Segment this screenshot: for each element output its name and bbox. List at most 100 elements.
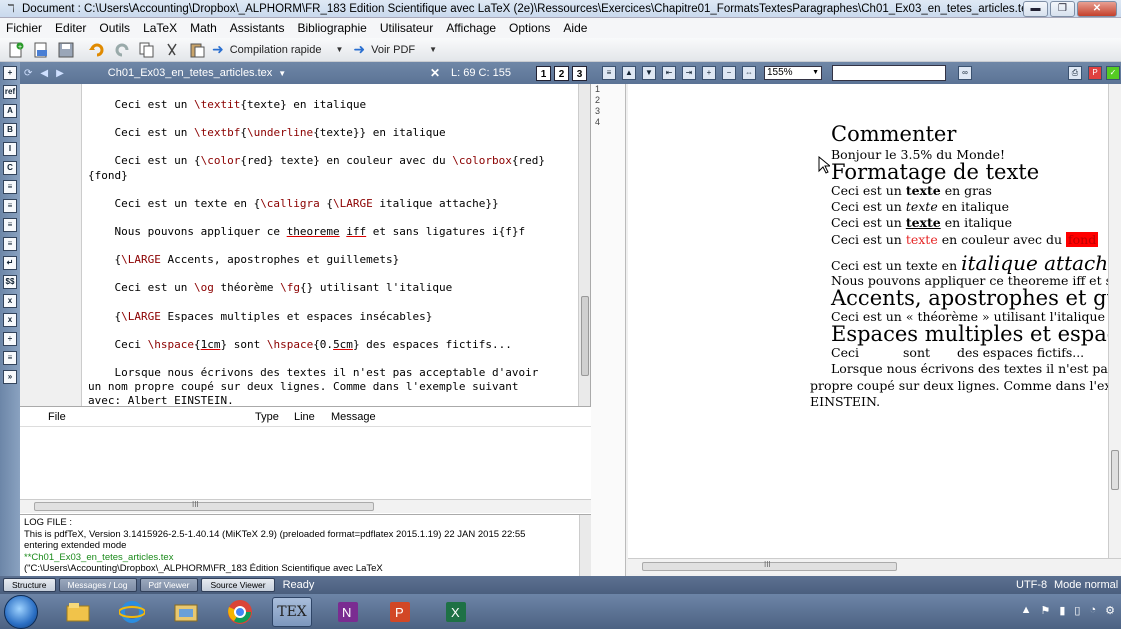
symbol-strip-icon-7[interactable]: ≡ <box>3 199 17 213</box>
previous-document-icon[interactable]: ◀ <box>40 68 48 79</box>
menu-item-1[interactable]: Editer <box>55 21 86 35</box>
tab-messages-log[interactable]: Messages / Log <box>58 578 137 592</box>
structure-line-number[interactable]: 1 <box>591 84 625 95</box>
scrollbar-thumb[interactable] <box>1111 450 1119 490</box>
code-line[interactable]: 50 <box>82 84 579 98</box>
last-page-icon[interactable]: ⇥ <box>682 66 696 80</box>
scrollbar-thumb[interactable] <box>581 296 589 376</box>
fit-width-icon[interactable]: ⇔ <box>742 66 756 80</box>
column-type[interactable]: Type <box>255 411 279 423</box>
internet-explorer-icon[interactable] <box>112 597 152 627</box>
code-line[interactable]: 57 Ceci est un texte en {\calligra {\LAR… <box>82 197 579 211</box>
close-button[interactable]: ✕ <box>1077 1 1117 17</box>
first-page-icon[interactable]: ⇤ <box>662 66 676 80</box>
menu-item-8[interactable]: Affichage <box>446 21 496 35</box>
column-line[interactable]: Line <box>294 411 315 423</box>
symbol-strip-icon-16[interactable]: » <box>3 370 17 384</box>
symbol-strip-icon-2[interactable]: A <box>3 104 17 118</box>
list-icon[interactable]: ≡ <box>602 66 616 80</box>
symbol-strip-icon-10[interactable]: ↵ <box>3 256 17 270</box>
next-document-icon[interactable]: ▶ <box>56 68 64 79</box>
code-line[interactable]: 66 <box>82 324 579 338</box>
file-explorer-icon[interactable] <box>58 597 98 627</box>
redo-icon[interactable] <box>112 40 132 60</box>
view-button-3[interactable]: 3 <box>572 66 587 81</box>
symbol-strip-icon-6[interactable]: ≡ <box>3 180 17 194</box>
code-line[interactable]: 56 <box>82 183 579 197</box>
tab-source-viewer[interactable]: Source Viewer <box>201 578 275 592</box>
tab-structure[interactable]: Structure <box>3 578 56 592</box>
binoculars-icon[interactable]: ∞ <box>958 66 972 80</box>
log-vertical-scrollbar[interactable] <box>579 515 591 576</box>
menu-item-3[interactable]: LaTeX <box>143 21 177 35</box>
code-line[interactable]: 61 {\LARGE Accents, apostrophes et guill… <box>82 253 579 267</box>
texmaker-taskbar-icon[interactable]: TEX <box>272 597 312 627</box>
symbol-strip-icon-13[interactable]: x <box>3 313 17 327</box>
code-line[interactable]: {fond} <box>82 169 579 183</box>
chevron-down-icon[interactable]: ▼ <box>278 69 286 78</box>
structure-line-number[interactable]: 2 <box>591 95 625 106</box>
code-line[interactable]: un nom propre coupé sur deux lignes. Com… <box>82 380 579 394</box>
zoom-in-icon[interactable]: + <box>702 66 716 80</box>
code-area[interactable]: 5051 Ceci est un \textit{texte} en itali… <box>82 84 579 406</box>
status-encoding[interactable]: UTF-8 <box>1016 579 1047 591</box>
code-line[interactable]: 53 Ceci est un \textbf{\underline{texte}… <box>82 126 579 140</box>
menu-item-4[interactable]: Math <box>190 21 217 35</box>
zoom-out-icon[interactable]: − <box>722 66 736 80</box>
copy-icon[interactable] <box>137 40 157 60</box>
paste-icon[interactable] <box>187 40 207 60</box>
close-document-icon[interactable]: ✕ <box>430 66 440 80</box>
windows-start-icon[interactable] <box>4 595 38 629</box>
code-line[interactable]: 54 <box>82 140 579 154</box>
tab-pdf-viewer[interactable]: Pdf Viewer <box>139 578 199 592</box>
messages-horizontal-scrollbar[interactable]: III <box>20 499 591 513</box>
tray-icon-5[interactable]: ⚙ <box>1105 604 1115 617</box>
view-pdf-combo[interactable]: ➜ Voir PDF ▼ <box>353 41 437 58</box>
save-icon[interactable] <box>56 40 76 60</box>
undo-icon[interactable] <box>87 40 107 60</box>
arrow-up-icon[interactable]: ▲ <box>622 66 636 80</box>
tray-icon-1[interactable]: ⚑ <box>1040 604 1050 617</box>
menu-item-9[interactable]: Options <box>509 21 550 35</box>
symbol-strip-icon-4[interactable]: I <box>3 142 17 156</box>
pdf-search-input[interactable] <box>832 65 946 81</box>
document-tab-name[interactable]: Ch01_Ex03_en_tetes_articles.tex <box>108 67 273 79</box>
column-message[interactable]: Message <box>331 411 376 423</box>
cut-icon[interactable] <box>162 40 182 60</box>
code-line[interactable]: 52 <box>82 112 579 126</box>
symbol-strip-icon-0[interactable]: + <box>3 66 17 80</box>
code-line[interactable]: 64 <box>82 295 579 309</box>
print-icon[interactable]: ⎙ <box>1068 66 1082 80</box>
symbol-strip-icon-14[interactable]: ÷ <box>3 332 17 346</box>
arrow-down-icon[interactable]: ▼ <box>642 66 656 80</box>
zoom-field[interactable]: 155% ▼ <box>764 66 822 80</box>
chrome-icon[interactable] <box>220 597 260 627</box>
column-file[interactable]: File <box>48 411 66 423</box>
structure-line-number[interactable]: 3 <box>591 106 625 117</box>
tray-icon-3[interactable]: ▯ <box>1074 604 1080 617</box>
view-button-1[interactable]: 1 <box>536 66 551 81</box>
tray-icon-4[interactable]: ◔ <box>1089 604 1096 617</box>
source-editor[interactable]: 5051 Ceci est un \textit{texte} en itali… <box>20 84 591 406</box>
symbol-strip-icon-15[interactable]: ≡ <box>3 351 17 365</box>
pdf-vertical-scrollbar[interactable] <box>1108 84 1121 558</box>
symbol-strip-icon-12[interactable]: x <box>3 294 17 308</box>
code-line[interactable]: 55 Ceci est un {\color{red} texte} en co… <box>82 154 579 168</box>
code-line[interactable]: 58 <box>82 211 579 225</box>
pdf-horizontal-scrollbar[interactable]: III <box>628 558 1121 574</box>
symbol-strip-icon-5[interactable]: C <box>3 161 17 175</box>
document-list-icon[interactable]: ⟳ <box>24 68 32 79</box>
view-button-2[interactable]: 2 <box>554 66 569 81</box>
scrollbar-thumb[interactable] <box>34 502 374 511</box>
editor-vertical-scrollbar[interactable] <box>578 84 590 406</box>
new-file-icon[interactable]: + <box>6 40 26 60</box>
symbol-strip-icon-9[interactable]: ≡ <box>3 237 17 251</box>
menu-item-6[interactable]: Bibliographie <box>297 21 366 35</box>
code-line[interactable]: avec: Albert EINSTEIN. <box>82 394 579 406</box>
structure-line-number[interactable]: 4 <box>591 117 625 128</box>
menu-item-0[interactable]: Fichier <box>6 21 42 35</box>
tray-icon-0[interactable]: ▲ <box>1021 604 1032 617</box>
quick-build-combo[interactable]: ➜ Compilation rapide ▼ <box>212 41 343 58</box>
external-viewer-icon[interactable]: P <box>1088 66 1102 80</box>
powerpoint-icon[interactable]: P <box>380 597 420 627</box>
